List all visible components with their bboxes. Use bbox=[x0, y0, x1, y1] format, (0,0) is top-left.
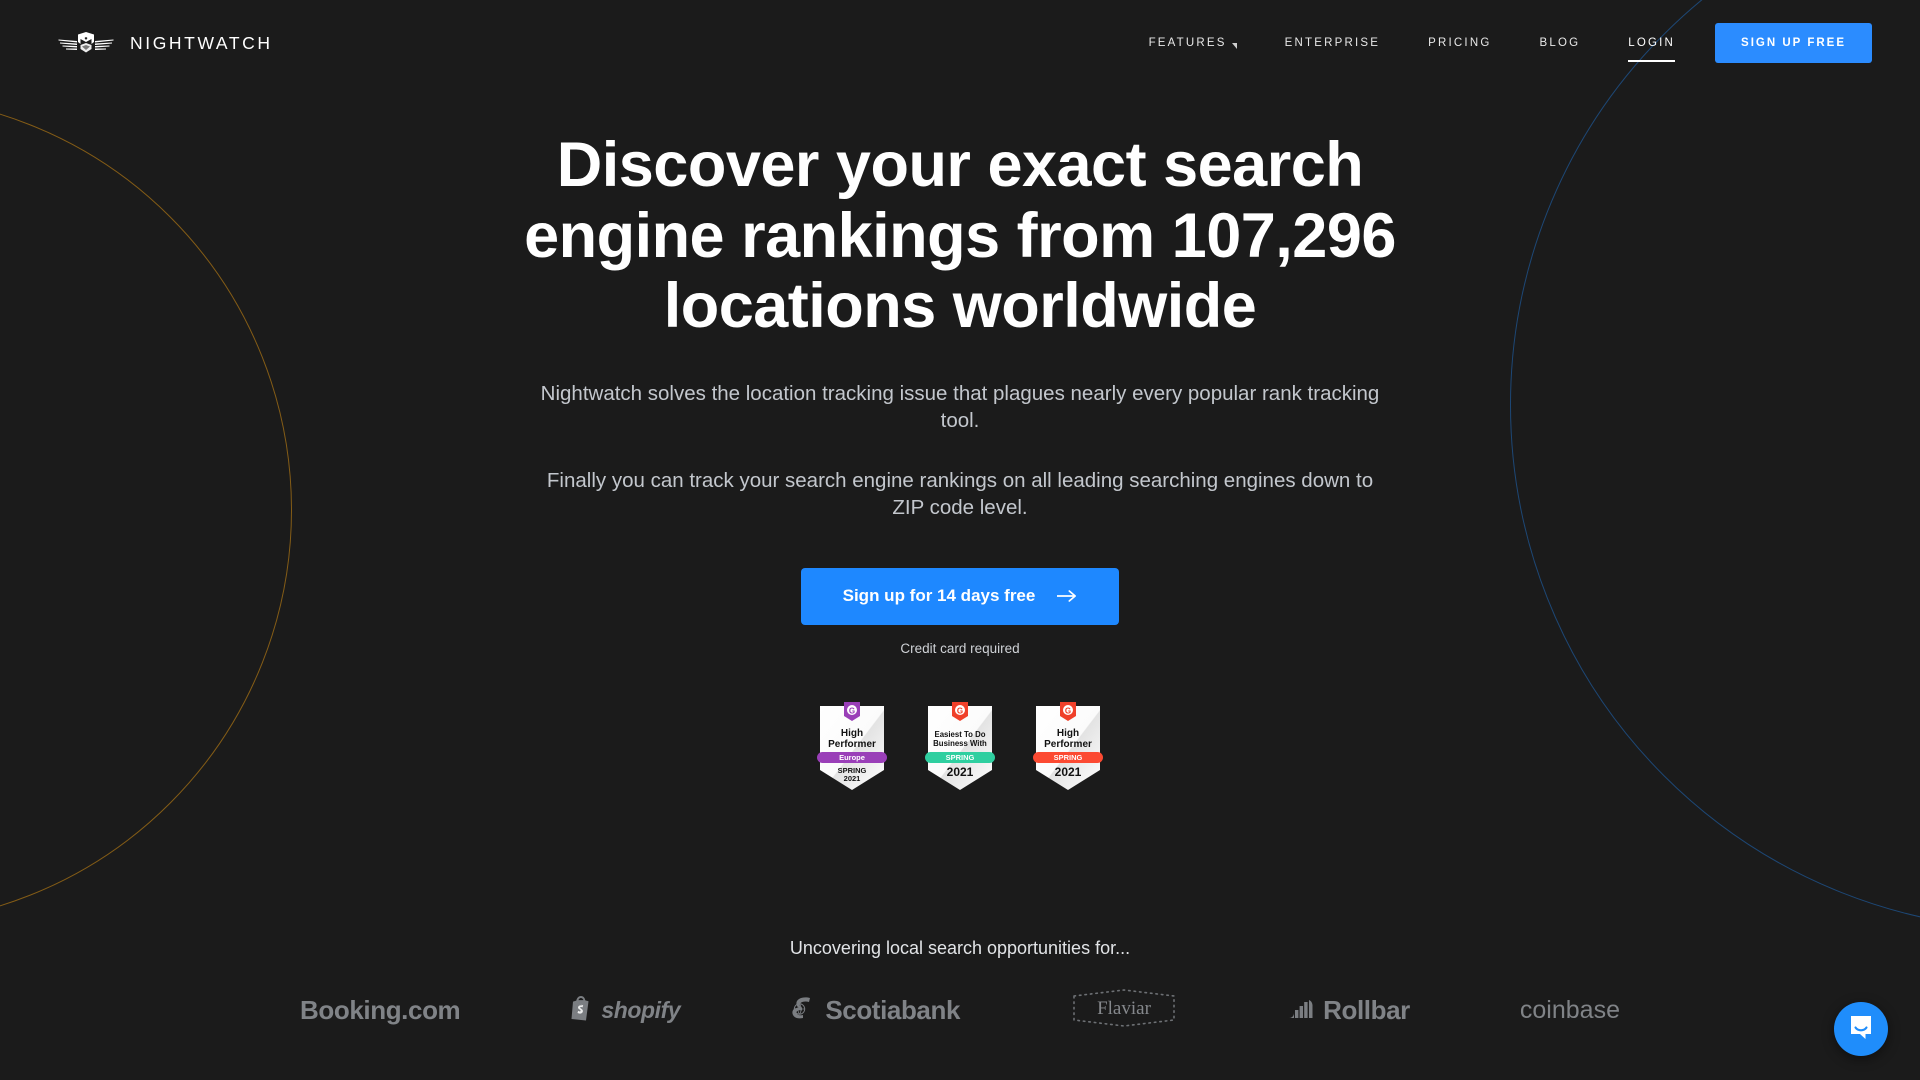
badge-high-performer-europe: G High Performer Europe SPRING 2021 bbox=[816, 700, 888, 792]
scotiabank-globe-icon bbox=[790, 995, 816, 1026]
nav-item-label: LOGIN bbox=[1628, 37, 1676, 49]
client-logo-label: coinbase bbox=[1519, 996, 1620, 1024]
hero-paragraph-1: Nightwatch solves the location tracking … bbox=[540, 381, 1380, 432]
svg-text:G: G bbox=[849, 706, 855, 715]
client-logo-rollbar: Rollbar bbox=[1288, 995, 1410, 1026]
shopping-bag-icon bbox=[570, 995, 592, 1026]
svg-text:Flaviar: Flaviar bbox=[1097, 998, 1151, 1019]
nav-item-label: ENTERPRISE bbox=[1284, 37, 1381, 49]
client-logo-row: Booking.com shopify Scotiabank Flaviar R… bbox=[270, 987, 1650, 1034]
svg-text:Performer: Performer bbox=[1044, 739, 1092, 750]
brand-logo[interactable]: NIGHTWATCH bbox=[58, 30, 273, 56]
badge-easiest-to-do-business-with: G Easiest To Do Business With SPRING 202… bbox=[924, 700, 996, 792]
svg-text:G: G bbox=[957, 706, 963, 715]
signup-trial-label: Sign up for 14 days free bbox=[842, 586, 1036, 606]
owl-wings-icon bbox=[58, 30, 114, 56]
nav-item-enterprise[interactable]: ENTERPRISE bbox=[1261, 29, 1405, 57]
hero-section: Discover your exact search engine rankin… bbox=[0, 0, 1920, 792]
client-logo-booking: Booking.com bbox=[300, 995, 461, 1026]
credit-card-note: Credit card required bbox=[900, 640, 1020, 656]
svg-text:2021: 2021 bbox=[947, 765, 974, 779]
svg-text:High: High bbox=[841, 728, 863, 739]
client-logo-shopify: shopify bbox=[570, 995, 681, 1026]
hero-paragraph-2: Finally you can track your search engine… bbox=[546, 469, 1374, 520]
chat-bubble-smile-icon bbox=[1847, 1013, 1875, 1046]
nav-item-label: BLOG bbox=[1539, 37, 1581, 49]
badge-high-performer-spring: G High Performer SPRING 2021 bbox=[1032, 700, 1104, 792]
hero-cta-group: Sign up for 14 days free Credit card req… bbox=[800, 567, 1120, 656]
svg-text:Business With: Business With bbox=[933, 739, 987, 748]
client-logo-scotiabank: Scotiabank bbox=[790, 995, 960, 1026]
svg-text:Performer: Performer bbox=[828, 739, 876, 750]
main-navigation: FEATURES ENTERPRISE PRICING BLOG LOGIN S… bbox=[1125, 23, 1872, 63]
nav-item-login[interactable]: LOGIN bbox=[1604, 29, 1699, 62]
nav-item-blog[interactable]: BLOG bbox=[1515, 29, 1604, 57]
client-logo-label: shopify bbox=[601, 997, 681, 1023]
client-logo-label: Scotiabank bbox=[825, 995, 961, 1025]
nav-item-label: PRICING bbox=[1428, 37, 1492, 49]
svg-text:SPRING: SPRING bbox=[946, 753, 975, 762]
dotted-hexagon-frame: Flaviar bbox=[1070, 987, 1178, 1034]
nav-item-features[interactable]: FEATURES bbox=[1125, 29, 1261, 57]
svg-text:Europe: Europe bbox=[839, 753, 865, 762]
bar-chart-icon bbox=[1288, 997, 1314, 1024]
client-logo-flaviar: Flaviar bbox=[1070, 987, 1178, 1034]
arrow-right-icon bbox=[1057, 589, 1077, 603]
brand-name: NIGHTWATCH bbox=[130, 32, 273, 53]
hero-subtext: Nightwatch solves the location tracking … bbox=[540, 380, 1380, 522]
client-logo-label: Rollbar bbox=[1323, 995, 1410, 1025]
client-logo-label: Booking.com bbox=[300, 995, 461, 1025]
sign-up-free-button[interactable]: SIGN UP FREE bbox=[1715, 23, 1872, 63]
clients-title: Uncovering local search opportunities fo… bbox=[789, 938, 1131, 958]
svg-text:High: High bbox=[1057, 728, 1079, 739]
client-logo-coinbase: coinbase bbox=[1520, 996, 1620, 1025]
svg-text:2021: 2021 bbox=[844, 774, 861, 783]
svg-text:2021: 2021 bbox=[1055, 765, 1082, 779]
nav-item-pricing[interactable]: PRICING bbox=[1404, 29, 1515, 57]
svg-text:SPRING: SPRING bbox=[1054, 753, 1083, 762]
chevron-down-icon bbox=[1231, 43, 1237, 49]
nav-item-label: FEATURES bbox=[1148, 37, 1227, 49]
site-header: NIGHTWATCH FEATURES ENTERPRISE PRICING B… bbox=[0, 0, 1920, 86]
svg-text:Easiest To Do: Easiest To Do bbox=[935, 730, 986, 739]
clients-section: Uncovering local search opportunities fo… bbox=[0, 938, 1920, 1034]
award-badges: G High Performer Europe SPRING 2021 G Ea… bbox=[816, 700, 1104, 792]
chat-widget-button[interactable] bbox=[1834, 1002, 1888, 1056]
svg-text:G: G bbox=[1065, 706, 1071, 715]
signup-trial-button[interactable]: Sign up for 14 days free bbox=[800, 567, 1120, 625]
page-title: Discover your exact search engine rankin… bbox=[524, 130, 1396, 342]
